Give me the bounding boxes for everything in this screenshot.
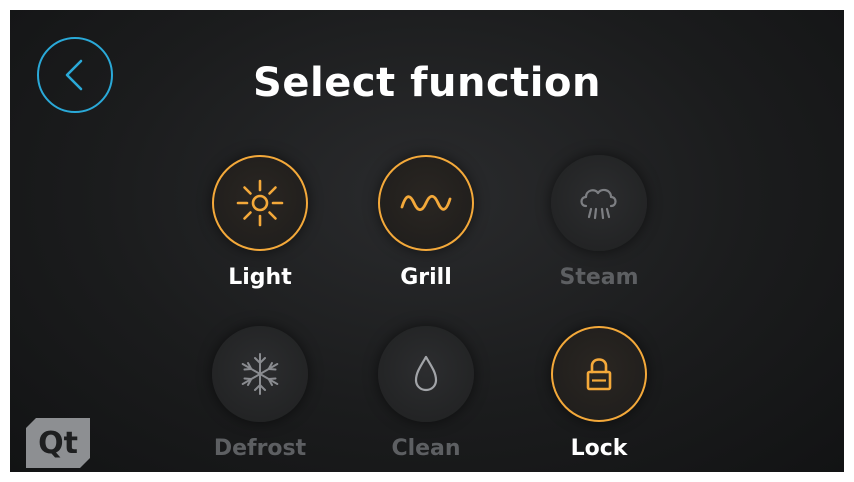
steam-cloud-icon	[580, 188, 617, 220]
function-steam-button[interactable]: Steam	[524, 155, 674, 305]
lock-icon	[586, 358, 612, 391]
water-drop-icon	[414, 355, 438, 392]
function-label: Steam	[559, 265, 639, 290]
function-label: Defrost	[213, 436, 307, 461]
function-lock-button[interactable]: Lock	[524, 326, 674, 472]
function-label: Lock	[570, 436, 628, 461]
function-clean-button[interactable]: Clean	[351, 326, 501, 472]
snowflake-icon	[241, 353, 279, 395]
function-circle[interactable]	[378, 326, 474, 422]
function-defrost-button[interactable]: Defrost	[185, 326, 335, 472]
function-light-button[interactable]: Light	[185, 155, 335, 305]
function-circle[interactable]	[551, 155, 647, 251]
function-circle[interactable]	[212, 155, 308, 251]
sun-icon	[236, 179, 284, 227]
page-title: Select function	[253, 60, 601, 106]
function-circle[interactable]	[212, 326, 308, 422]
function-circle[interactable]	[378, 155, 474, 251]
function-grill-button[interactable]: Grill	[351, 155, 501, 305]
qt-logo: Qt	[26, 418, 90, 468]
oven-screen: Select function Light Grill Steam Defros…	[10, 10, 844, 472]
function-circle[interactable]	[551, 326, 647, 422]
function-label: Light	[228, 265, 292, 290]
function-label: Clean	[391, 436, 461, 461]
grill-wave-icon	[400, 194, 452, 212]
function-label: Grill	[400, 265, 452, 290]
